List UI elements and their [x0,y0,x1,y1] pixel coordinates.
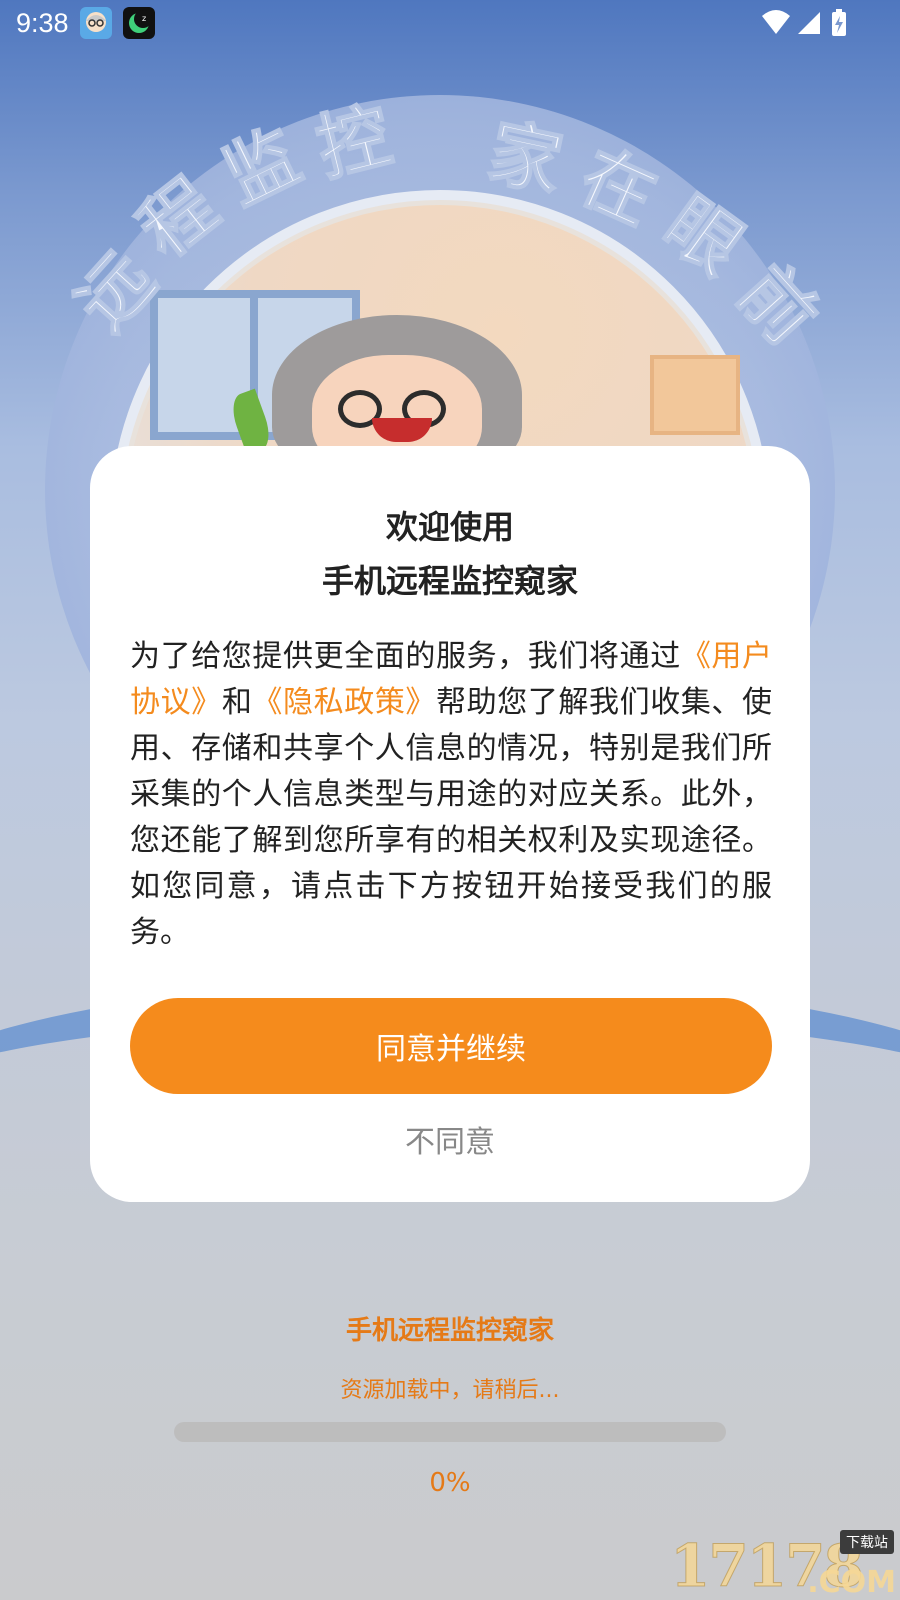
wifi-icon [762,10,790,34]
moon-app-icon: z [123,7,155,39]
privacy-dialog: 欢迎使用 手机远程监控窥家 为了给您提供更全面的服务，我们将通过《用户协议》和《… [90,446,810,1202]
battery-charging-icon [832,9,846,36]
disagree-button[interactable]: 不同意 [90,1114,810,1164]
body-text-details: 帮助您了解我们收集、使用、存储和共享个人信息的情况，特别是我们所采集的个人信息类… [130,685,773,950]
status-bar: 9:38 z [0,0,900,48]
avatar-app-icon [80,7,112,39]
dialog-body-text: 为了给您提供更全面的服务，我们将通过《用户协议》和《隐私政策》帮助您了解我们收集… [130,634,772,956]
status-right-icons [760,8,860,40]
svg-text:z: z [142,14,146,23]
agree-continue-button[interactable]: 同意并继续 [130,998,772,1094]
dialog-title-welcome: 欢迎使用 [385,508,514,546]
body-text-intro: 为了给您提供更全面的服务，我们将通过 [130,639,681,674]
privacy-policy-link[interactable]: 《隐私政策》 [252,685,436,720]
signal-icon [798,12,820,34]
status-time: 9:38 [16,8,69,38]
screen: 远 程 监 控 家 在 眼 前 9:38 z 手机远程监控窥家 资源加载中，请稍… [0,0,900,1600]
body-text-and: 和 [221,685,253,720]
dialog-title-app-name: 手机远程监控窥家 [321,562,578,600]
